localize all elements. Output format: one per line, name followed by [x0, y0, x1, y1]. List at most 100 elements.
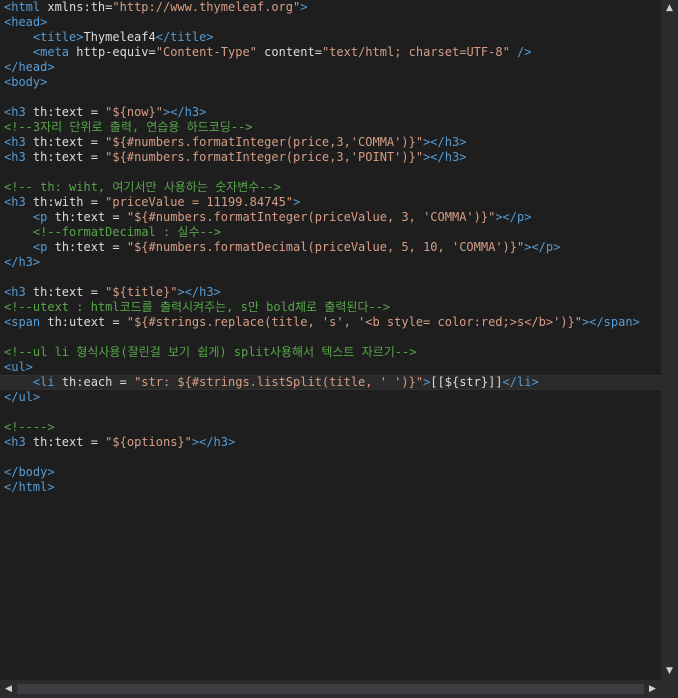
code-line[interactable]: </body> [0, 465, 661, 480]
code-token: th:each [61, 375, 113, 389]
code-token: <!--ul li 형식사용(잘린걸 보기 쉽게) split사용해서 텍스트 … [4, 345, 417, 359]
code-token: th:text [32, 150, 84, 164]
code-line[interactable]: <h3 th:text = "${#numbers.formatInteger(… [0, 135, 661, 150]
code-line[interactable]: ​ [0, 450, 661, 465]
scrollbar-corner [661, 680, 678, 698]
code-token: <h3 [4, 105, 33, 119]
code-token: </body> [4, 465, 55, 479]
code-token: = [105, 240, 127, 254]
code-token: <h3 [4, 195, 33, 209]
code-token: </li> [502, 375, 539, 389]
code-token: <h3 [4, 150, 33, 164]
code-line[interactable]: <title>Thymeleaf4</title> [0, 30, 661, 45]
code-token: > [293, 195, 301, 209]
code-token: ></h3> [423, 135, 467, 149]
code-token: th:text [32, 285, 84, 299]
code-token: = [83, 135, 106, 149]
code-line[interactable]: </head> [0, 60, 661, 75]
vertical-scroll-track[interactable] [663, 17, 676, 663]
code-token: ></h3> [162, 105, 207, 119]
code-token: "${#numbers.formatInteger(priceValue, 3,… [126, 210, 496, 224]
code-token: <p [32, 240, 55, 254]
scroll-down-icon[interactable]: ▼ [661, 663, 678, 680]
code-token: <!----> [4, 420, 55, 434]
code-line[interactable]: <p th:text = "${#numbers.formatDecimal(p… [0, 240, 661, 255]
code-editor[interactable]: <html xmlns:th = "http://www.thymeleaf.org… [0, 0, 678, 698]
code-token: = [105, 315, 127, 329]
code-token: = [83, 435, 106, 449]
code-token: th:text [54, 210, 106, 224]
code-line[interactable]: <!--formatDecimal : 실수--> [0, 225, 661, 240]
code-line[interactable]: <!--utext : html코드를 출력시켜주는, s만 bold체로 출력… [0, 300, 661, 315]
code-area[interactable]: <html xmlns:th = "http://www.thymeleaf.org… [0, 0, 661, 680]
code-line[interactable]: <head> [0, 15, 661, 30]
code-token: ></span> [582, 315, 640, 329]
code-line[interactable]: ​ [0, 270, 661, 285]
code-line[interactable]: <li th:each = "str: ${#strings.listSplit… [0, 375, 661, 390]
code-line[interactable]: <h3 th:text = "${title}"></h3> [0, 285, 661, 300]
code-token: "${title}" [105, 285, 178, 299]
code-token: = [83, 105, 106, 119]
code-line[interactable]: ​ [0, 165, 661, 180]
code-token: </ul> [4, 390, 41, 404]
horizontal-scrollbar[interactable]: ◀ ▶ [0, 680, 661, 698]
code-token: > [300, 0, 308, 14]
code-token: "str: ${#strings.listSplit(title, ' ')}" [134, 375, 424, 389]
code-line[interactable]: ​ [0, 405, 661, 420]
code-token: = [105, 210, 127, 224]
scroll-up-icon[interactable]: ▲ [661, 0, 678, 17]
code-token: [[${str}]] [430, 375, 503, 389]
code-token: <h3 [4, 285, 33, 299]
code-token: = [112, 375, 135, 389]
code-token: <li [32, 375, 62, 389]
code-line[interactable]: <!----> [0, 420, 661, 435]
code-token: <html [4, 0, 48, 14]
code-token: "${#numbers.formatDecimal(priceValue, 5,… [126, 240, 525, 254]
vertical-scrollbar[interactable]: ▲ ▼ [661, 0, 678, 680]
code-line[interactable]: <h3 th:text = "${#numbers.formatInteger(… [0, 150, 661, 165]
code-line[interactable]: <span th:utext = "${#strings.replace(tit… [0, 315, 661, 330]
code-token: </head> [4, 60, 55, 74]
code-token: = [83, 150, 106, 164]
code-token: "http://www.thymeleaf.org" [112, 0, 301, 14]
code-token: th:with [32, 195, 84, 209]
code-token: ></p> [495, 210, 532, 224]
scroll-right-icon[interactable]: ▶ [644, 680, 661, 698]
code-token: Thymeleaf4 [83, 30, 156, 44]
code-line[interactable]: <h3 th:with = "priceValue = 11199.84745"… [0, 195, 661, 210]
code-line[interactable]: <ul> [0, 360, 661, 375]
code-line[interactable]: <!--ul li 형식사용(잘린걸 보기 쉽게) split사용해서 텍스트 … [0, 345, 661, 360]
scroll-left-icon[interactable]: ◀ [0, 680, 17, 698]
code-line[interactable]: <h3 th:text = "${now}"></h3> [0, 105, 661, 120]
code-line[interactable]: <body> [0, 75, 661, 90]
code-line[interactable]: <p th:text = "${#numbers.formatInteger(p… [0, 210, 661, 225]
code-line[interactable]: </h3> [0, 255, 661, 270]
code-line[interactable]: ​ [0, 330, 661, 345]
code-token: <ul> [4, 360, 33, 374]
code-line[interactable]: <!-- th: wiht, 여기서만 사용하는 숫자변수--> [0, 180, 661, 195]
code-line[interactable]: </ul> [0, 390, 661, 405]
code-token: <!-- th: wiht, 여기서만 사용하는 숫자변수--> [4, 180, 281, 194]
code-token: "Content-Type" [155, 45, 257, 59]
code-token: /> [517, 45, 532, 59]
code-token: "${options}" [105, 435, 192, 449]
code-token: content [264, 45, 315, 59]
code-line[interactable]: ​ [0, 90, 661, 105]
horizontal-scroll-thumb[interactable] [17, 684, 644, 694]
code-token: http-equiv [76, 45, 149, 59]
code-token: ></h3> [191, 435, 236, 449]
code-line[interactable]: </html> [0, 480, 661, 495]
code-line[interactable]: <!--3자리 단위로 출력, 연습용 하드코딩--> [0, 120, 661, 135]
code-token: = [83, 285, 106, 299]
code-line[interactable]: <h3 th:text = "${options}"></h3> [0, 435, 661, 450]
code-token: <!--3자리 단위로 출력, 연습용 하드코딩--> [4, 120, 253, 134]
code-line[interactable]: <meta http-equiv="Content-Type" content=… [0, 45, 661, 60]
code-token: "text/html; charset=UTF-8" [321, 45, 510, 59]
code-line[interactable]: <html xmlns:th="http://www.thymeleaf.org… [0, 0, 661, 15]
code-token: th:text [32, 105, 84, 119]
code-token: <title> [32, 30, 84, 44]
